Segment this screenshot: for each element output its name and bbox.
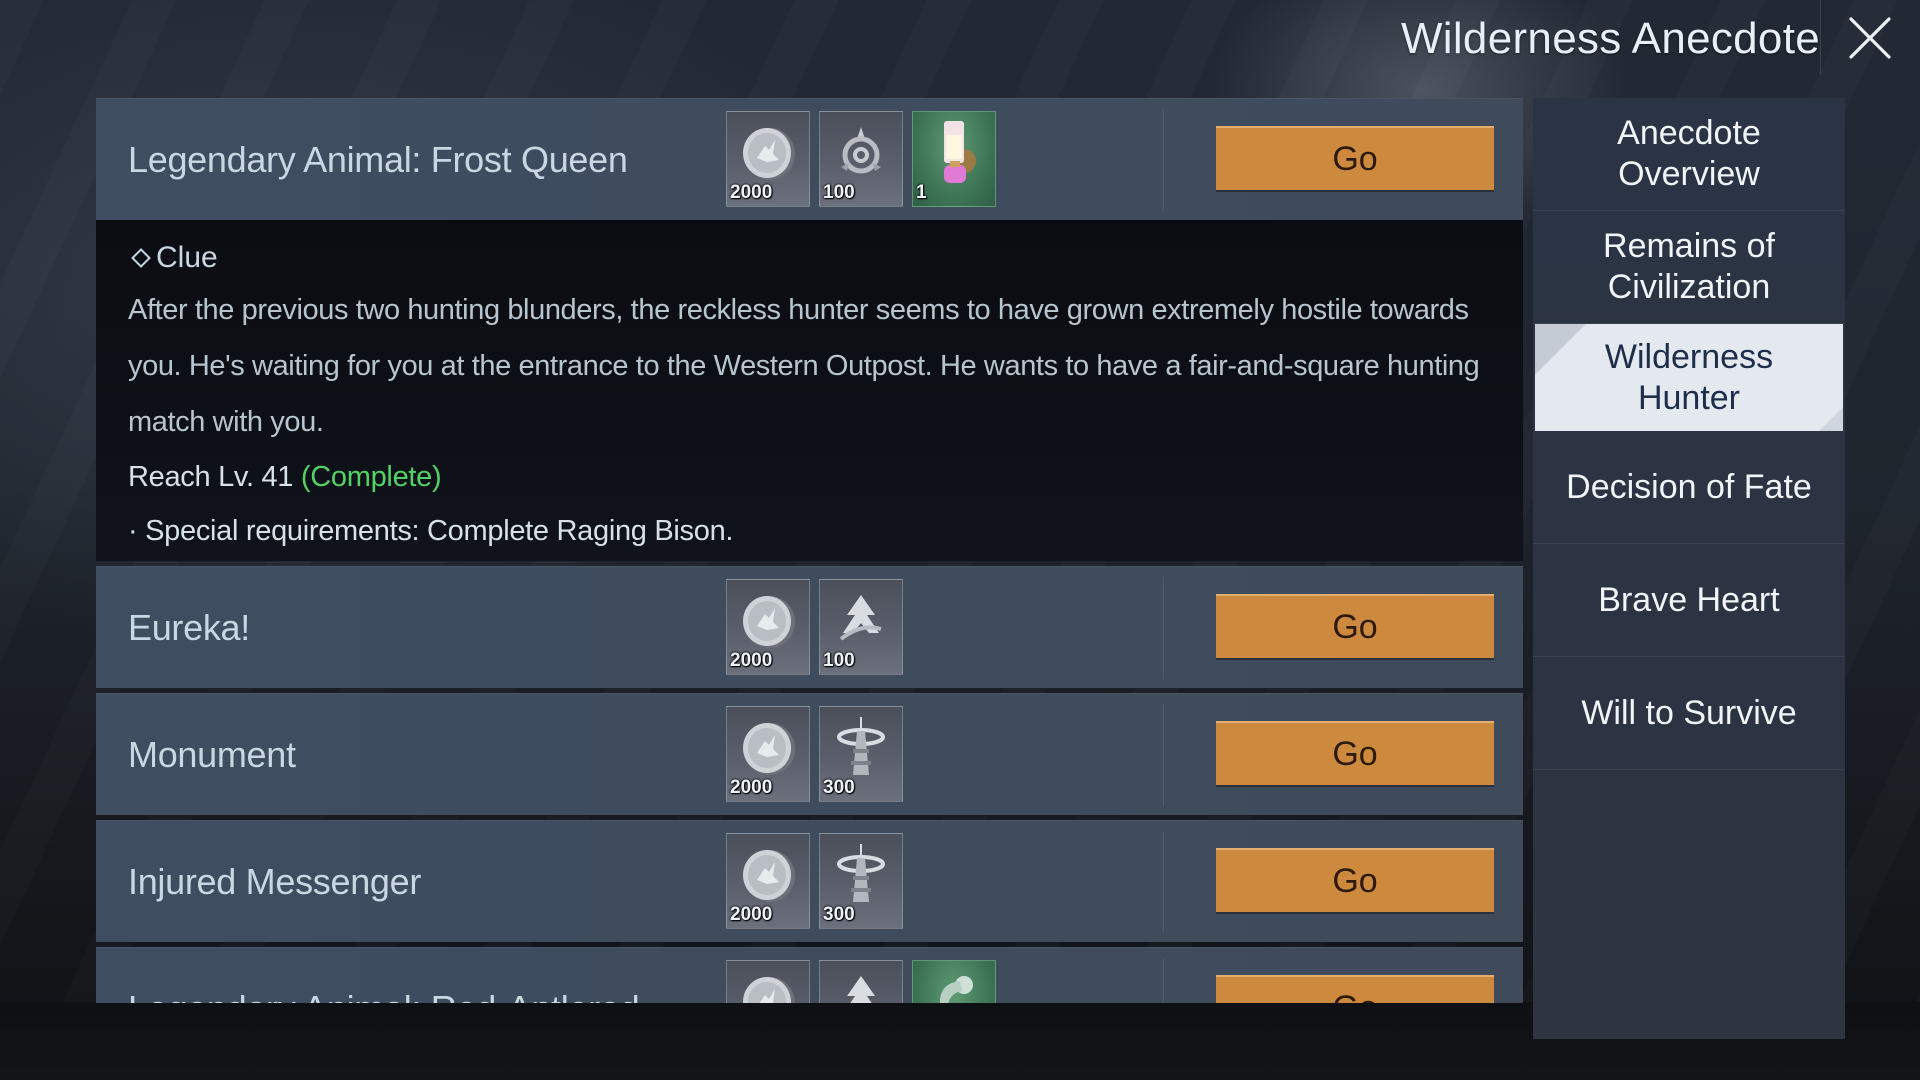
arrow-tree-emblem-icon	[839, 595, 882, 641]
reward-list: 2000 100	[726, 579, 903, 675]
clue-panel: Clue After the previous two hunting blun…	[96, 220, 1523, 561]
sidebar-item-label: Wilderness Hunter	[1604, 337, 1774, 417]
sidebar-item-will-to-survive[interactable]: Will to Survive	[1533, 657, 1845, 770]
sidebar-item-label: Decision of Fate	[1566, 467, 1812, 506]
level-requirement-text: Reach Lv. 41	[128, 461, 294, 493]
reward-item[interactable]: 2000	[726, 833, 810, 929]
sidebar-item-remains-of-civilization[interactable]: Remains of Civilization	[1533, 211, 1845, 324]
sidebar-item-wilderness-hunter[interactable]: Wilderness Hunter	[1535, 324, 1843, 431]
target-emblem-icon	[841, 127, 881, 174]
reward-item[interactable]	[912, 960, 996, 1003]
sidebar-item-anecdote-overview[interactable]: Anecdote Overview	[1533, 98, 1845, 211]
go-button[interactable]: Go	[1216, 975, 1494, 1003]
diamond-icon	[131, 248, 151, 268]
quest-row-eureka[interactable]: Eureka! 2000 100 Go	[96, 566, 1523, 688]
quest-row-injured-messenger[interactable]: Injured Messenger 2000 300 Go	[96, 820, 1523, 942]
reward-count: 1	[916, 182, 927, 203]
clue-heading: Clue	[128, 240, 1491, 276]
quest-name: Monument	[128, 734, 296, 775]
arrow-tree-emblem-icon	[847, 976, 875, 1003]
sidebar-item-brave-heart[interactable]: Brave Heart	[1533, 544, 1845, 657]
quest-name: Eureka!	[128, 607, 250, 648]
reward-item[interactable]: 300	[819, 833, 903, 929]
level-requirement: Reach Lv. 41 (Complete)	[128, 450, 1491, 504]
go-button[interactable]: Go	[1216, 126, 1494, 190]
reward-item[interactable]: 100	[819, 579, 903, 675]
sidebar-item-decision-of-fate[interactable]: Decision of Fate	[1533, 431, 1845, 544]
reward-list: 2000 300	[726, 833, 903, 929]
header-divider	[1820, 0, 1821, 74]
reward-count: 2000	[730, 650, 773, 671]
quest-row-frost-queen[interactable]: Legendary Animal: Frost Queen 2000 100 1…	[96, 98, 1523, 220]
reward-item[interactable]	[726, 960, 810, 1003]
reward-list: 2000 100 1	[726, 111, 996, 207]
quest-name: Legendary Animal: Frost Queen	[128, 139, 628, 180]
reward-count: 100	[823, 650, 855, 671]
silver-eagle-coin-icon	[743, 723, 795, 775]
row-divider	[1163, 958, 1164, 1003]
reward-count: 100	[823, 182, 855, 203]
quest-name: Legendary Animal: Red-Antlered	[128, 948, 640, 1003]
row-divider	[1163, 109, 1164, 211]
silver-eagle-coin-icon	[743, 850, 795, 902]
sidebar-item-label: Anecdote Overview	[1617, 114, 1761, 193]
clue-heading-label: Clue	[156, 241, 218, 274]
radio-tower-icon	[837, 717, 885, 775]
reward-count: 300	[823, 904, 855, 925]
silver-eagle-coin-icon	[743, 977, 795, 1003]
clue-description: After the previous two hunting blunders,…	[128, 294, 1480, 438]
reward-item[interactable]: 2000	[726, 706, 810, 802]
reward-list	[726, 960, 996, 1003]
row-divider	[1163, 577, 1164, 679]
go-button[interactable]: Go	[1216, 848, 1494, 912]
reward-list: 2000 300	[726, 706, 903, 802]
go-button[interactable]: Go	[1216, 594, 1494, 658]
radio-tower-icon	[837, 844, 885, 902]
page-title: Wilderness Anecdote	[1400, 14, 1820, 63]
close-x-icon	[1849, 17, 1891, 59]
close-button[interactable]	[1840, 12, 1900, 64]
silver-eagle-coin-icon	[743, 128, 795, 180]
faucet-item-icon	[940, 976, 973, 1003]
quest-row-monument[interactable]: Monument 2000 300 Go	[96, 693, 1523, 815]
sidebar-item-label: Will to Survive	[1581, 693, 1797, 732]
category-sidebar: Anecdote Overview Remains of Civilizatio…	[1533, 98, 1845, 1039]
reward-item[interactable]: 2000	[726, 579, 810, 675]
reward-item[interactable]	[819, 960, 903, 1003]
quest-name: Injured Messenger	[128, 861, 422, 902]
row-divider	[1163, 704, 1164, 806]
pink-lamp-item-icon	[944, 121, 976, 183]
requirement-status: (Complete)	[300, 461, 442, 493]
quest-list[interactable]: Legendary Animal: Frost Queen 2000 100 1…	[96, 98, 1523, 1003]
sidebar-item-label: Remains of Civilization	[1603, 227, 1775, 306]
reward-count: 2000	[730, 904, 773, 925]
reward-item[interactable]: 2000	[726, 111, 810, 207]
special-requirement: · Special requirements: Complete Raging …	[128, 515, 734, 547]
reward-count: 2000	[730, 182, 773, 203]
silver-eagle-coin-icon	[743, 596, 795, 648]
sidebar-item-label: Brave Heart	[1598, 580, 1780, 619]
reward-count: 300	[823, 777, 855, 798]
quest-row-red-antlered[interactable]: Legendary Animal: Red-Antlered Go	[96, 947, 1523, 1003]
reward-item[interactable]: 1	[912, 111, 996, 207]
reward-item[interactable]: 100	[819, 111, 903, 207]
reward-item[interactable]: 300	[819, 706, 903, 802]
row-divider	[1163, 831, 1164, 933]
go-button[interactable]: Go	[1216, 721, 1494, 785]
reward-count: 2000	[730, 777, 773, 798]
